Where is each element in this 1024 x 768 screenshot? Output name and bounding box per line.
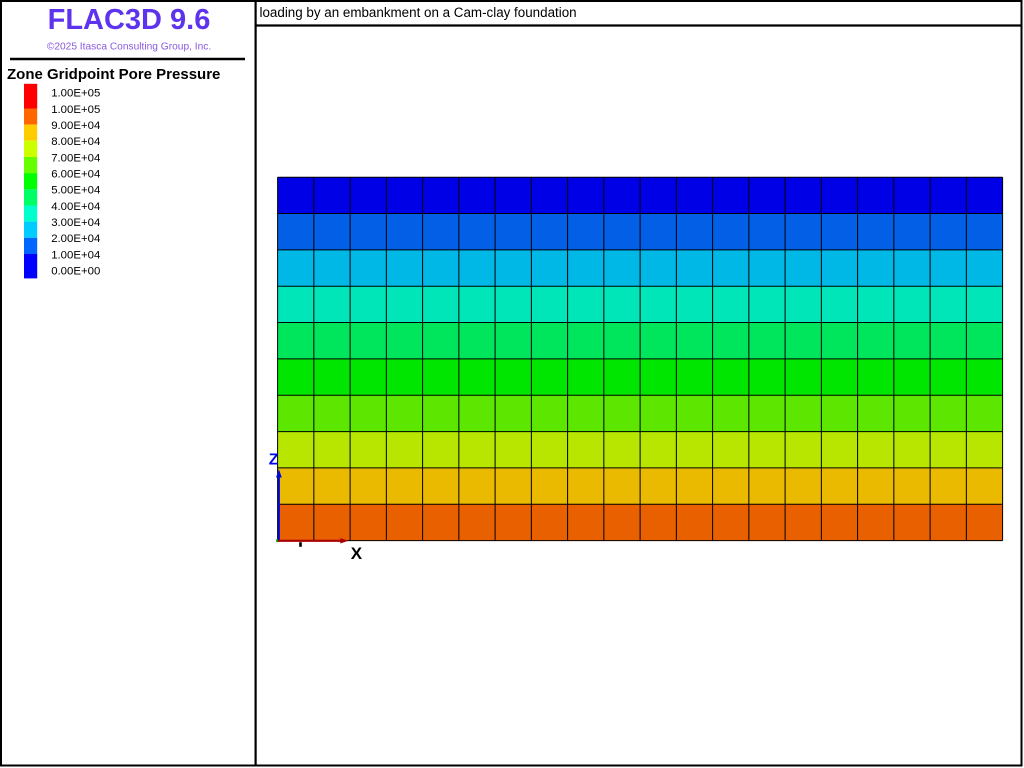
svg-text:8.00E+04: 8.00E+04 [51, 136, 100, 148]
svg-text:6.00E+04: 6.00E+04 [51, 168, 100, 180]
svg-text:FLAC3D 9.6: FLAC3D 9.6 [48, 4, 211, 36]
svg-text:X: X [351, 544, 363, 563]
svg-text:1.00E+04: 1.00E+04 [51, 249, 100, 261]
svg-text:1.00E+05: 1.00E+05 [51, 104, 100, 116]
svg-text:loading by an embankment on a: loading by an embankment on a Cam-clay f… [260, 5, 577, 20]
svg-text:1.00E+05: 1.00E+05 [51, 88, 100, 100]
svg-text:3.00E+04: 3.00E+04 [51, 217, 100, 229]
svg-text:Z: Z [269, 451, 279, 468]
svg-text:5.00E+04: 5.00E+04 [51, 185, 100, 197]
svg-text:9.00E+04: 9.00E+04 [51, 120, 100, 132]
svg-text:4.00E+04: 4.00E+04 [51, 201, 100, 213]
svg-text:Zone Gridpoint Pore Pressure: Zone Gridpoint Pore Pressure [7, 66, 220, 83]
svg-text:0.00E+00: 0.00E+00 [51, 265, 100, 277]
svg-text:7.00E+04: 7.00E+04 [51, 152, 100, 164]
svg-text:2.00E+04: 2.00E+04 [51, 233, 100, 245]
svg-text:©2025 Itasca Consulting Group,: ©2025 Itasca Consulting Group, Inc. [47, 42, 211, 53]
